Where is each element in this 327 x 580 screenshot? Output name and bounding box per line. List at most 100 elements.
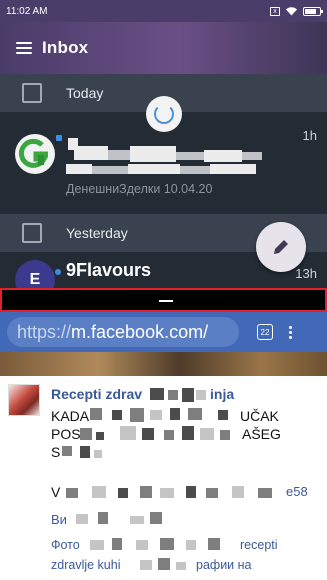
redacted-block <box>62 446 72 456</box>
redacted-block <box>120 426 136 440</box>
select-all-checkbox[interactable] <box>22 83 42 103</box>
redacted-block <box>108 150 130 160</box>
redacted-block <box>66 488 78 498</box>
redacted-block <box>128 164 180 174</box>
redacted-block <box>90 540 104 550</box>
status-bar: 11:02 AM x <box>0 0 327 22</box>
redacted-block <box>92 166 128 174</box>
redacted-block <box>130 146 176 162</box>
redacted-block <box>220 430 230 440</box>
unread-indicator <box>56 135 62 141</box>
post-text-line: POS <box>51 426 81 442</box>
tab-switcher-icon[interactable]: 22 <box>257 324 273 340</box>
redacted-block <box>74 146 108 160</box>
redacted-block <box>170 408 180 420</box>
menu-icon[interactable] <box>16 42 32 54</box>
post-author[interactable]: Recepti zdrav <box>51 386 142 402</box>
sender-logo-icon <box>18 138 49 168</box>
redacted-block <box>196 390 206 400</box>
redacted-block <box>94 450 102 458</box>
url-scheme: https:// <box>17 321 72 342</box>
redacted-block <box>176 562 186 570</box>
status-time: 11:02 AM <box>6 5 48 17</box>
sim-icon: x <box>270 6 280 16</box>
page-title: Inbox <box>42 38 89 57</box>
status-icons: x <box>270 6 323 16</box>
redacted-block <box>206 488 218 498</box>
app-bar: Inbox <box>0 22 327 74</box>
redacted-block <box>180 166 210 174</box>
compose-icon <box>274 240 288 254</box>
sender-name: 9Flavours <box>66 260 152 280</box>
redacted-block <box>140 560 152 570</box>
redacted-block <box>98 512 108 524</box>
redacted-block <box>204 150 242 162</box>
divider-handle[interactable] <box>159 300 173 302</box>
redacted-block <box>80 428 92 440</box>
redacted-block <box>92 486 106 498</box>
redacted-block <box>176 152 204 160</box>
redacted-block <box>158 558 170 570</box>
redacted-block <box>66 164 92 174</box>
message-time: 13h <box>295 266 317 281</box>
redacted-block <box>80 446 90 458</box>
battery-icon <box>303 6 323 16</box>
compose-button[interactable] <box>256 222 306 272</box>
redacted-block <box>186 540 196 550</box>
redacted-block <box>150 512 162 524</box>
redacted-block <box>112 538 122 550</box>
cover-image <box>0 352 327 376</box>
redacted-block <box>182 426 194 440</box>
message-time: 1h <box>302 128 317 143</box>
redacted-block <box>258 488 272 498</box>
redacted-block <box>142 428 154 440</box>
split-screen-divider[interactable] <box>0 288 327 312</box>
redacted-block <box>90 408 102 420</box>
page-avatar[interactable] <box>8 384 40 416</box>
post-text-line: AŠEG <box>242 426 281 442</box>
redacted-block <box>168 390 178 400</box>
post-text-line: Фото <box>51 538 80 552</box>
redacted-block <box>140 486 152 498</box>
post-text-line: e58 <box>286 484 308 499</box>
avatar <box>15 134 55 174</box>
post-text-line: рафии на <box>196 558 252 572</box>
avatar: E <box>15 260 55 288</box>
redacted-block <box>150 388 164 400</box>
redacted-block <box>130 408 144 422</box>
post-link[interactable]: Ви <box>51 512 67 527</box>
redacted-block <box>150 410 162 420</box>
url-host: m.facebook.com/ <box>71 321 209 342</box>
facebook-post: Recepti zdrav inja KADA UČAK POS AŠEG S … <box>0 376 327 580</box>
redacted-block <box>208 538 220 550</box>
redacted-block <box>232 486 244 498</box>
sync-icon <box>146 96 182 132</box>
post-text-line: zdravlje kuhi <box>51 558 121 572</box>
redacted-block <box>218 410 228 420</box>
author-name-end: inja <box>210 386 235 402</box>
redacted-block <box>200 428 214 440</box>
redacted-block <box>96 432 104 440</box>
redacted-block <box>136 540 148 550</box>
author-name-start: Recepti zdrav <box>51 386 143 402</box>
url-field[interactable]: https:// m.facebook.com/ <box>7 317 239 347</box>
more-vert-icon[interactable] <box>289 325 292 339</box>
redacted-block <box>160 488 174 498</box>
section-label: Today <box>66 85 104 101</box>
post-text-line: S <box>51 444 61 460</box>
redacted-block <box>76 514 88 524</box>
post-text-line: UČAK <box>240 408 279 424</box>
redacted-block <box>112 410 122 420</box>
post-text-line: recepti <box>240 538 278 552</box>
browser-toolbar: https:// m.facebook.com/ 22 <box>0 312 327 352</box>
message-preview: ДенешниЗделки 10.04.20 <box>66 182 213 196</box>
redacted-block <box>242 152 262 160</box>
post-text-line: KADA <box>51 408 90 424</box>
redacted-block <box>118 488 128 498</box>
redacted-block <box>210 164 256 174</box>
unread-indicator <box>55 269 61 275</box>
wifi-icon <box>286 7 297 16</box>
redacted-block <box>160 538 174 550</box>
avatar-letter: E <box>29 271 41 288</box>
select-all-checkbox[interactable] <box>22 223 42 243</box>
